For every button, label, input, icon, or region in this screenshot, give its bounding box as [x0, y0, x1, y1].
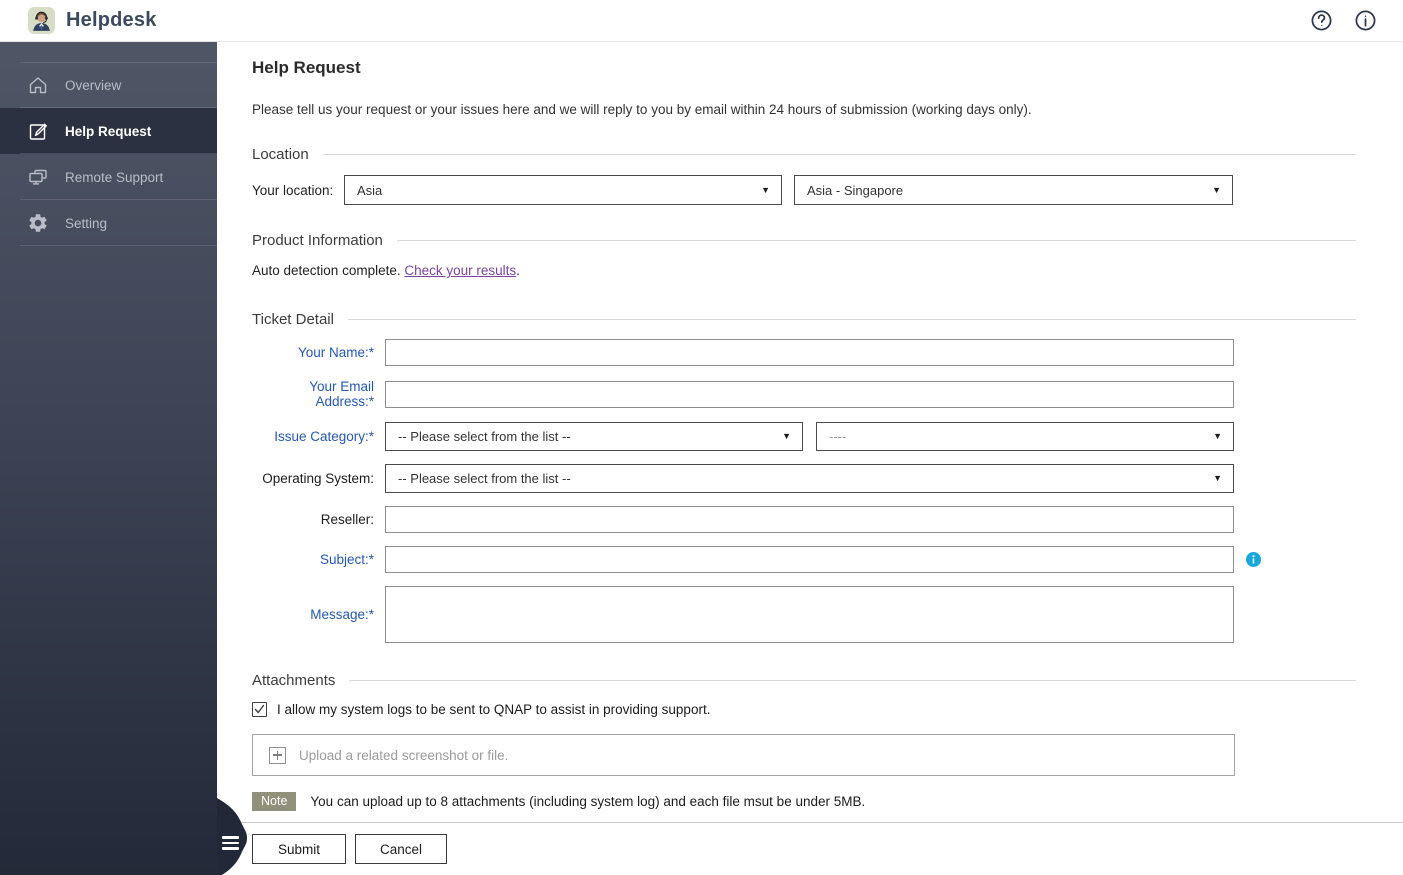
section-rule — [349, 680, 1356, 681]
sidebar-item-help-request[interactable]: Help Request — [0, 108, 217, 154]
status-suffix: . — [516, 263, 520, 278]
name-row: Your Name:* — [252, 339, 1356, 366]
reseller-label: Reseller: — [252, 512, 385, 527]
help-request-form: Help Request Please tell us your request… — [217, 42, 1403, 811]
sidebar-item-label: Overview — [65, 78, 121, 93]
dropdown-arrow-icon: ▼ — [1213, 474, 1222, 483]
your-name-label: Your Name:* — [252, 345, 385, 360]
dropdown-arrow-icon: ▼ — [1213, 432, 1222, 441]
operating-system-row: Operating System: -- Please select from … — [252, 464, 1356, 493]
issue-category-value: -- Please select from the list -- — [398, 429, 782, 444]
location-row: Your location: Asia ▼ Asia - Singapore ▼ — [252, 175, 1356, 205]
subject-row: Subject:* — [252, 546, 1356, 573]
subject-info-icon[interactable] — [1246, 552, 1261, 567]
help-icon[interactable] — [1310, 9, 1333, 32]
page-title: Help Request — [252, 58, 1356, 78]
sidebar-item-setting[interactable]: Setting — [0, 200, 217, 246]
reseller-row: Reseller: — [252, 506, 1356, 533]
location-section-header: Location — [252, 146, 1356, 163]
sidebar-item-label: Help Request — [65, 124, 151, 139]
sidebar: Overview Help Request Remote Support — [0, 42, 217, 875]
issue-category-row: Issue Category:* -- Please select from t… — [252, 422, 1356, 451]
system-logs-consent-label: I allow my system logs to be sent to QNA… — [277, 702, 710, 717]
message-textarea[interactable] — [385, 586, 1234, 643]
compose-icon — [27, 120, 49, 142]
check-results-link[interactable]: Check your results — [404, 263, 516, 278]
dropdown-arrow-icon: ▼ — [782, 432, 791, 441]
home-icon — [27, 74, 49, 96]
sidebar-menu: Overview Help Request Remote Support — [0, 62, 217, 246]
section-rule — [323, 154, 1356, 155]
sidebar-item-label: Setting — [65, 216, 107, 231]
sidebar-item-remote-support[interactable]: Remote Support — [0, 154, 217, 200]
ticket-detail-section-title: Ticket Detail — [252, 311, 334, 328]
plus-icon — [269, 747, 286, 764]
message-label: Message:* — [252, 607, 385, 622]
operating-system-select[interactable]: -- Please select from the list -- ▼ — [385, 464, 1234, 493]
operating-system-label: Operating System: — [252, 471, 385, 486]
attachments-section-title: Attachments — [252, 672, 335, 689]
note-text: You can upload up to 8 attachments (incl… — [310, 794, 865, 809]
helpdesk-logo-icon — [28, 7, 55, 34]
your-name-input[interactable] — [385, 339, 1234, 366]
message-row: Message:* — [252, 586, 1356, 643]
cancel-button[interactable]: Cancel — [355, 834, 447, 864]
form-action-bar: Submit Cancel — [217, 822, 1403, 875]
system-logs-consent-row: I allow my system logs to be sent to QNA… — [252, 702, 1356, 717]
page-intro: Please tell us your request or your issu… — [252, 102, 1356, 117]
main-content: Help Request Please tell us your request… — [217, 42, 1403, 875]
dropdown-arrow-icon: ▼ — [761, 186, 770, 195]
your-location-label: Your location: — [252, 183, 344, 198]
section-rule — [348, 319, 1356, 320]
product-info-section-header: Product Information — [252, 232, 1356, 249]
info-icon[interactable] — [1354, 9, 1377, 32]
issue-subcategory-value: ---- — [829, 429, 1213, 444]
reseller-input[interactable] — [385, 506, 1234, 533]
issue-category-select[interactable]: -- Please select from the list -- ▼ — [385, 422, 803, 451]
note-badge: Note — [252, 792, 296, 811]
subject-label: Subject:* — [252, 552, 385, 567]
region-select-value: Asia — [357, 183, 761, 198]
system-logs-checkbox[interactable] — [252, 702, 267, 717]
your-email-input[interactable] — [385, 381, 1234, 408]
dual-monitors-icon — [27, 166, 49, 188]
region-select[interactable]: Asia ▼ — [344, 175, 782, 205]
gear-icon — [27, 212, 49, 234]
issue-subcategory-select[interactable]: ---- ▼ — [816, 422, 1234, 451]
issue-category-label: Issue Category:* — [252, 429, 385, 444]
app-title: Helpdesk — [66, 9, 157, 32]
section-rule — [397, 240, 1356, 241]
email-row: Your Email Address:* — [252, 379, 1356, 409]
sidebar-toggle-button[interactable] — [217, 798, 251, 875]
hamburger-menu-icon — [222, 836, 239, 853]
topbar: Helpdesk — [0, 0, 1403, 42]
dropdown-arrow-icon: ▼ — [1212, 186, 1221, 195]
sidebar-item-overview[interactable]: Overview — [0, 62, 217, 108]
subregion-select[interactable]: Asia - Singapore ▼ — [794, 175, 1233, 205]
your-email-label: Your Email Address:* — [252, 379, 385, 409]
auto-detection-status: Auto detection complete. Check your resu… — [252, 263, 1356, 278]
subject-input[interactable] — [385, 546, 1234, 573]
auto-detection-text: Auto detection complete. — [252, 263, 401, 278]
location-section-title: Location — [252, 146, 309, 163]
sidebar-item-label: Remote Support — [65, 170, 163, 185]
upload-dropzone[interactable]: Upload a related screenshot or file. — [252, 734, 1235, 776]
attachments-section-header: Attachments — [252, 672, 1356, 689]
upload-placeholder: Upload a related screenshot or file. — [299, 748, 508, 763]
product-info-section-title: Product Information — [252, 232, 383, 249]
submit-button[interactable]: Submit — [252, 834, 346, 864]
subregion-select-value: Asia - Singapore — [807, 183, 1212, 198]
note-row: Note You can upload up to 8 attachments … — [252, 792, 1356, 811]
ticket-detail-section-header: Ticket Detail — [252, 311, 1356, 328]
operating-system-value: -- Please select from the list -- — [398, 471, 1213, 486]
